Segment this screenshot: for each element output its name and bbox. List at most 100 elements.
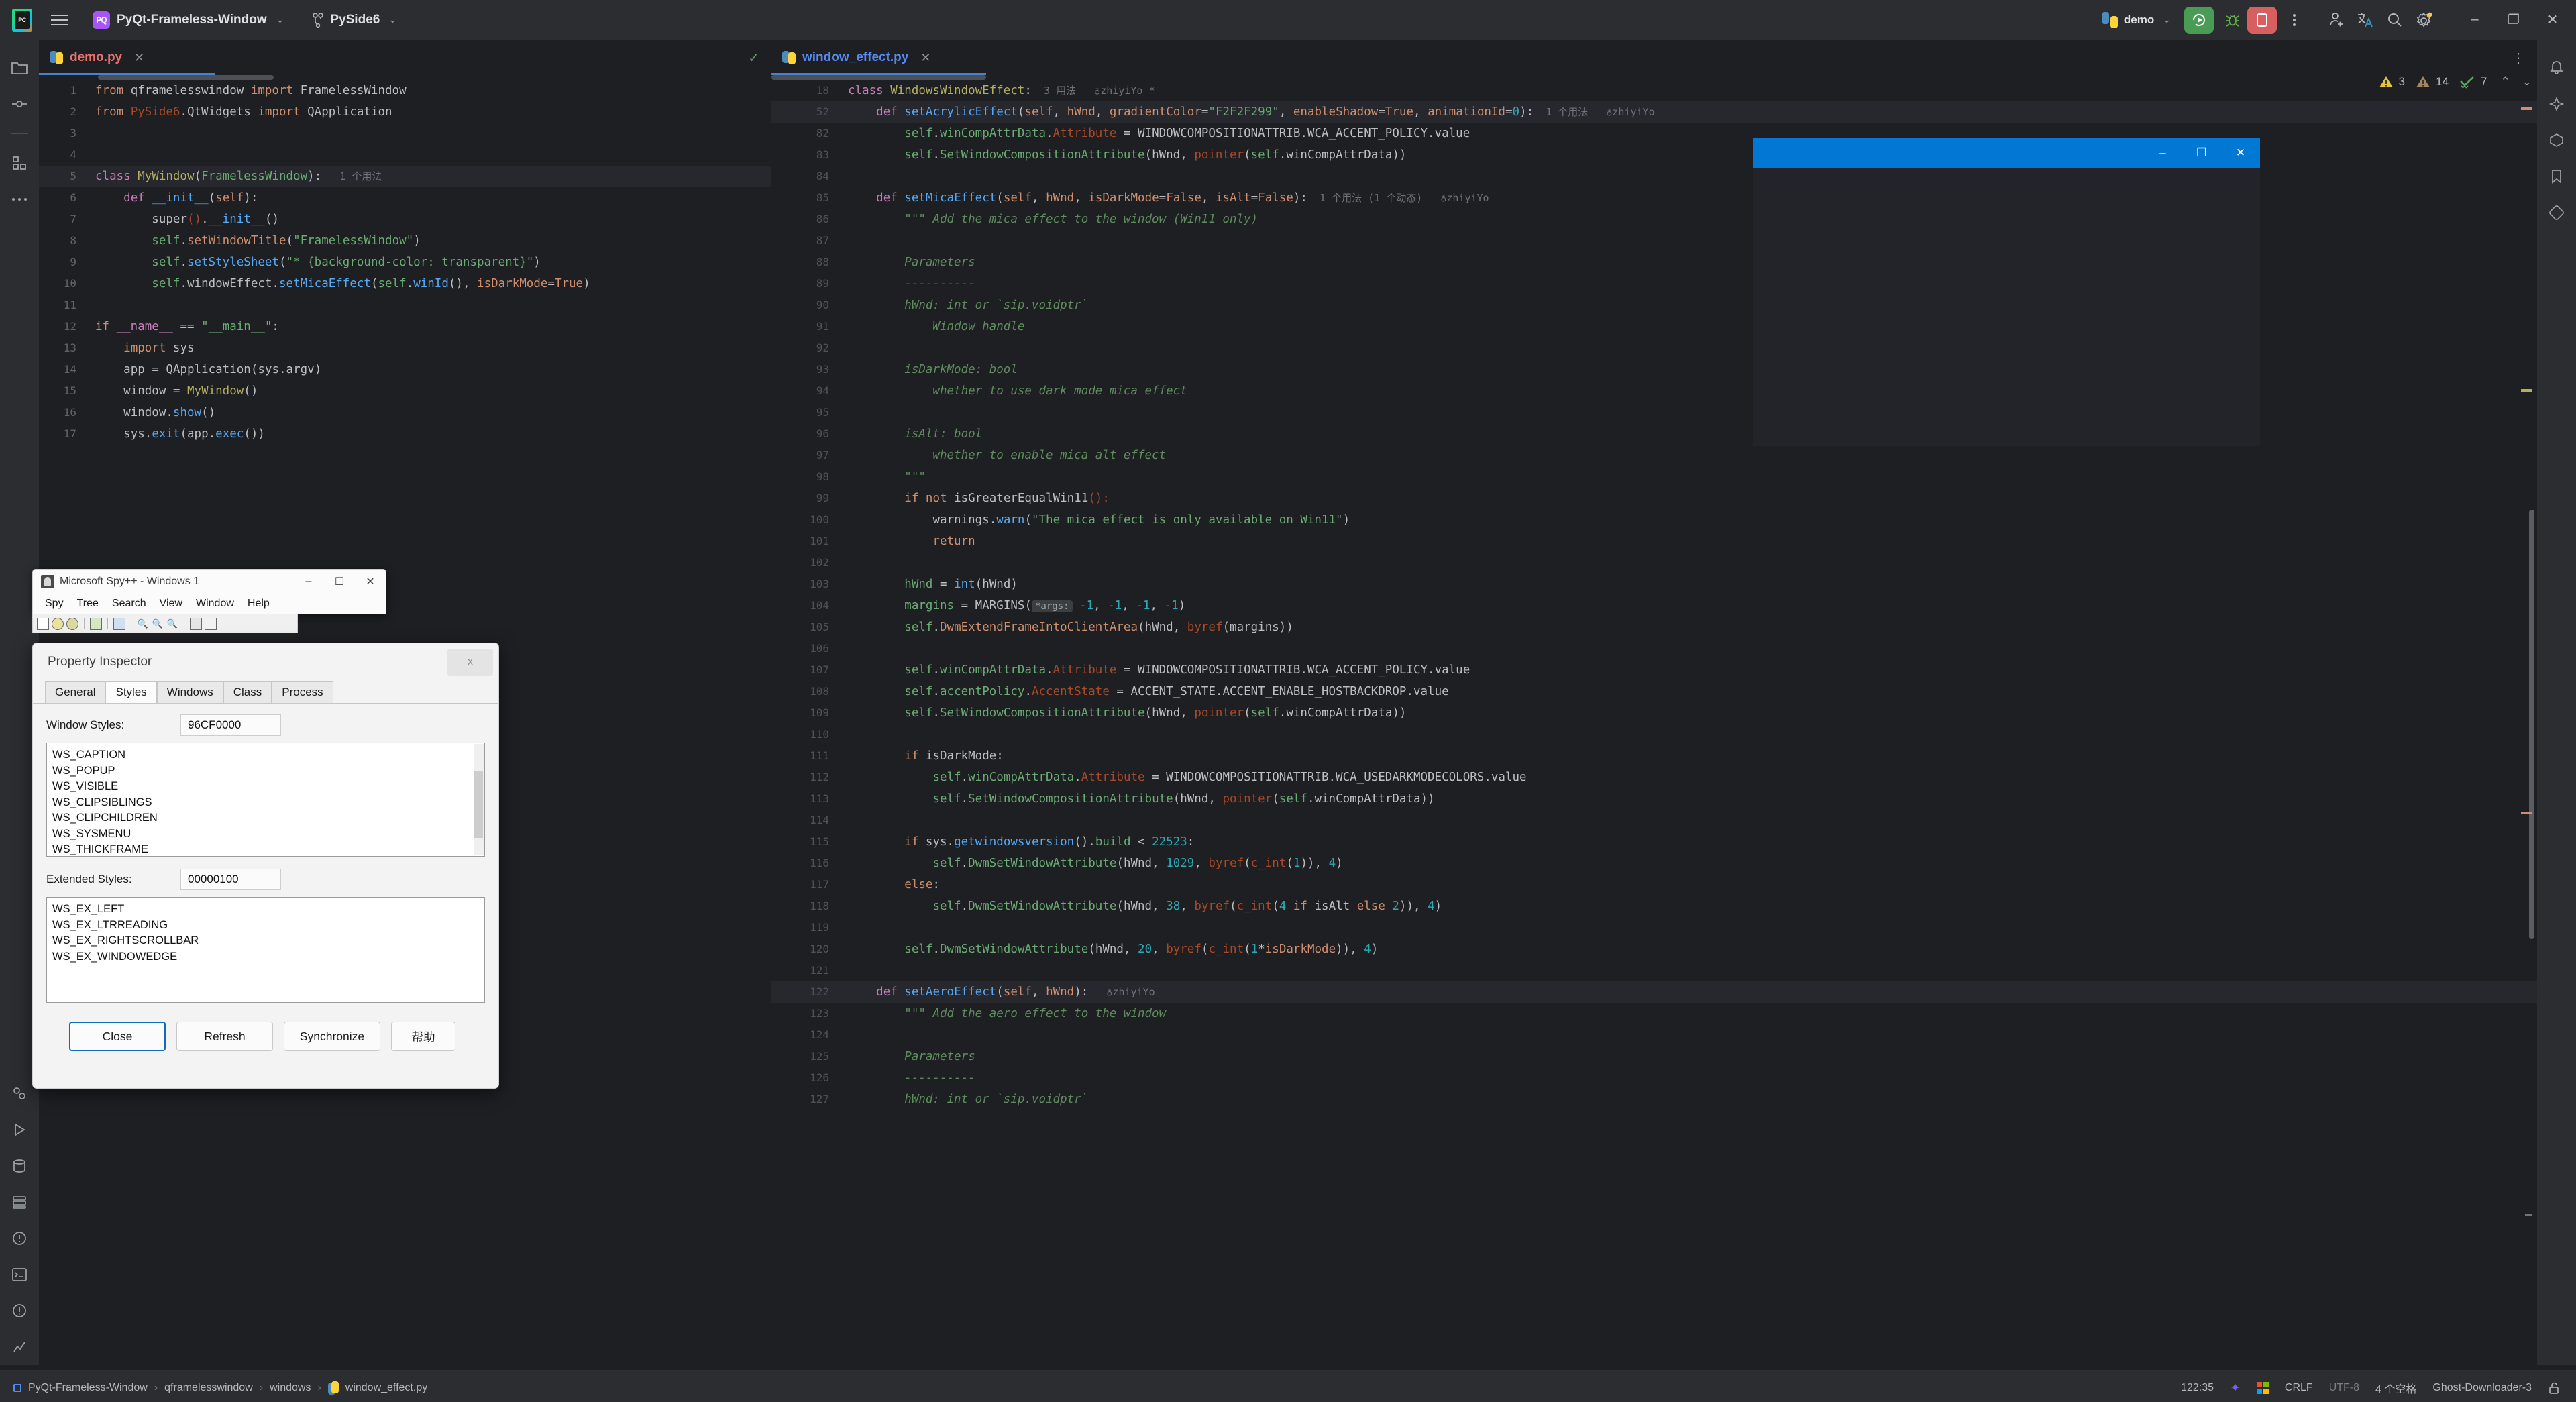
spy-menu-item-help[interactable]: Help	[241, 598, 276, 610]
ai-assistant-icon[interactable]	[2537, 86, 2576, 122]
breadcrumb-item[interactable]: window_effect.py	[345, 1382, 427, 1394]
code-line[interactable]: 17 sys.exit(app.exec())	[39, 423, 771, 445]
code-line[interactable]: 126 ----------	[771, 1067, 2537, 1089]
project-selector[interactable]: PQ PyQt-Frameless-Window ⌄	[86, 8, 290, 32]
code-line[interactable]: 117 else:	[771, 874, 2537, 896]
database-icon[interactable]	[0, 1148, 39, 1184]
code-line[interactable]: 88 Parameters	[771, 252, 2537, 273]
services-icon[interactable]	[0, 1184, 39, 1220]
todo-marker[interactable]	[2525, 1214, 2532, 1216]
pi-tab-general[interactable]: General	[45, 681, 106, 703]
code-line[interactable]: 103 hWnd = int(hWnd)	[771, 574, 2537, 595]
spy-close-button[interactable]: ✕	[355, 570, 386, 594]
code-line[interactable]: 83 self.SetWindowCompositionAttribute(hW…	[771, 144, 2537, 166]
spy-plus-plus-window[interactable]: Microsoft Spy++ - Windows 1 – ☐ ✕ Spy Tre…	[32, 569, 386, 614]
warning-marker[interactable]	[2521, 812, 2532, 814]
pi-tab-class[interactable]: Class	[223, 681, 272, 703]
run-tool-icon[interactable]	[0, 1112, 39, 1148]
unlocked-padlock-icon[interactable]	[2548, 1381, 2560, 1395]
run-button[interactable]	[2184, 6, 2214, 34]
window-icon[interactable]	[37, 618, 49, 630]
code-line[interactable]: 84	[771, 166, 2537, 187]
property-inspector-title-bar[interactable]: Property Inspector x	[33, 643, 498, 681]
properties-icon[interactable]	[66, 618, 78, 630]
property-inspector-dialog[interactable]: Property Inspector x General Styles Window…	[32, 643, 499, 1089]
code-line[interactable]: 125 Parameters	[771, 1046, 2537, 1067]
code-line[interactable]: 101 return	[771, 531, 2537, 552]
list-item[interactable]: WS_POPUP	[52, 763, 479, 779]
code-line[interactable]: 94 whether to use dark mode mica effect	[771, 380, 2537, 402]
spy-menu-item-view[interactable]: View	[153, 598, 189, 610]
extended-styles-value[interactable]: 00000100	[180, 869, 281, 890]
code-line[interactable]: 89 ----------	[771, 273, 2537, 294]
code-line[interactable]: 124	[771, 1024, 2537, 1046]
prev-problem-icon[interactable]: ⌃	[2501, 75, 2510, 89]
breadcrumb-item[interactable]: PyQt-Frameless-Window	[28, 1382, 148, 1394]
code-line[interactable]: 106	[771, 638, 2537, 659]
code-line[interactable]: 112 self.winCompAttrData.Attribute = WIN…	[771, 767, 2537, 788]
list-item[interactable]: WS_CLIPCHILDREN	[52, 810, 479, 826]
horizontal-scrollbar-left[interactable]	[98, 75, 274, 80]
frameless-window-preview[interactable]: – ❐ ✕	[1753, 138, 2260, 446]
extended-styles-list[interactable]: WS_EX_LEFT WS_EX_LTRREADING WS_EX_RIGHTSCR…	[46, 897, 485, 1003]
log-icon[interactable]	[190, 618, 202, 630]
code-line[interactable]: 90 hWnd: int or `sip.voidptr`	[771, 294, 2537, 316]
more-actions-button[interactable]	[2279, 7, 2309, 34]
code-line[interactable]: 109 self.SetWindowCompositionAttribute(h…	[771, 702, 2537, 724]
code-line[interactable]: 96 isAlt: bool	[771, 423, 2537, 445]
spy-title-bar[interactable]: Microsoft Spy++ - Windows 1 – ☐ ✕	[33, 570, 386, 594]
find-next-icon[interactable]: 🔍	[166, 618, 178, 630]
error-marker[interactable]	[2521, 107, 2532, 110]
code-line[interactable]: 4	[39, 144, 771, 166]
code-line[interactable]: 1 from qframelesswindow import FramelessW…	[39, 80, 771, 101]
code-line[interactable]: 97 whether to enable mica alt effect	[771, 445, 2537, 466]
pi-tab-windows[interactable]: Windows	[156, 681, 223, 703]
code-line[interactable]: 100 warnings.warn("The mica effect is on…	[771, 509, 2537, 531]
structure-icon[interactable]	[0, 145, 39, 181]
maximize-button[interactable]: ❐	[2494, 0, 2533, 40]
code-line[interactable]: 102	[771, 552, 2537, 574]
tab-demo-py[interactable]: demo.py ✕	[39, 40, 155, 75]
code-line[interactable]: 3	[39, 123, 771, 144]
window-styles-scrollbar[interactable]	[474, 744, 484, 855]
breadcrumb-item[interactable]: windows	[270, 1382, 311, 1394]
profiler-icon[interactable]	[0, 1329, 39, 1365]
spy-minimize-button[interactable]: –	[293, 570, 324, 594]
close-icon[interactable]: ✕	[134, 51, 144, 65]
close-icon[interactable]: x	[447, 649, 493, 676]
find-prev-icon[interactable]: 🔍	[152, 618, 164, 630]
notifications-icon[interactable]	[2537, 50, 2576, 86]
code-line[interactable]: 114	[771, 810, 2537, 831]
window-styles-value[interactable]: 96CF0000	[180, 714, 281, 736]
git-branch-status[interactable]: Ghost-Downloader-3	[2432, 1382, 2532, 1394]
hamburger-menu-icon[interactable]	[48, 9, 71, 32]
preview-minimize-button[interactable]: –	[2143, 138, 2182, 168]
code-line[interactable]: 5 class MyWindow(FramelessWindow): 1 个用法	[39, 166, 771, 187]
list-item[interactable]: WS_EX_LTRREADING	[52, 918, 479, 934]
code-line[interactable]: 95	[771, 402, 2537, 423]
spy-maximize-button[interactable]: ☐	[324, 570, 355, 594]
code-line[interactable]: 2 from PySide6.QtWidgets import QApplicat…	[39, 101, 771, 123]
spy-menu-item-spy[interactable]: Spy	[38, 598, 70, 610]
close-button[interactable]: ✕	[2533, 0, 2572, 40]
python-branch-icon[interactable]: ✦	[2230, 1381, 2241, 1396]
pi-button-refresh[interactable]: Refresh	[176, 1022, 273, 1051]
code-line[interactable]: 115 if sys.getwindowsversion().build < 2…	[771, 831, 2537, 853]
code-line[interactable]: 93 isDarkMode: bool	[771, 359, 2537, 380]
code-line[interactable]: 86 """ Add the mica effect to the window…	[771, 209, 2537, 230]
spy-menu-item-search[interactable]: Search	[105, 598, 153, 610]
find-window-icon[interactable]	[52, 618, 64, 630]
code-line[interactable]: 121	[771, 960, 2537, 981]
problems-icon[interactable]	[0, 1220, 39, 1256]
code-line[interactable]: 91 Window handle	[771, 316, 2537, 337]
code-line[interactable]: 8 self.setWindowTitle("FramelessWindow")	[39, 230, 771, 252]
spy-menu-item-tree[interactable]: Tree	[70, 598, 105, 610]
list-item[interactable]: WS_CAPTION	[52, 747, 479, 763]
code-line[interactable]: 110	[771, 724, 2537, 745]
code-line[interactable]: 123 """ Add the aero effect to the windo…	[771, 1003, 2537, 1024]
find-icon[interactable]: 🔍	[137, 618, 149, 630]
terminal-icon[interactable]	[0, 1256, 39, 1293]
code-area-right[interactable]: 18 class WindowsWindowEffect: 3 用法 ♁zhiyi…	[771, 80, 2537, 1354]
code-line[interactable]: 14 app = QApplication(sys.argv)	[39, 359, 771, 380]
pi-tab-process[interactable]: Process	[272, 681, 333, 703]
